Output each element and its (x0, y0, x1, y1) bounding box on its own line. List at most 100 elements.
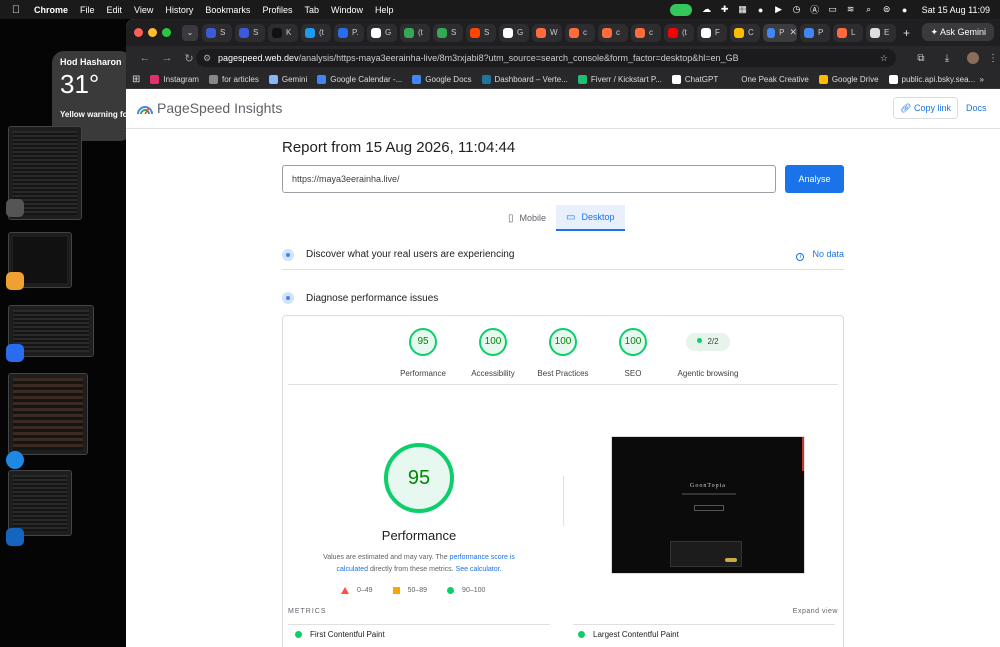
profile-avatar[interactable] (967, 52, 979, 64)
score-agentic-browsing[interactable]: 2/2 Agentic browsing (663, 328, 753, 378)
bookmark-item[interactable]: Fiverr / Kickstart P... (577, 74, 662, 84)
menu-edit[interactable]: Edit (107, 5, 123, 15)
bookmark-item[interactable]: One Peak Creative (728, 74, 809, 84)
bookmark-item[interactable]: Google Docs (412, 74, 472, 84)
bookmark-item[interactable]: Dashboard – Verte... (481, 74, 568, 84)
score-performance[interactable]: 95 Performance (383, 328, 463, 378)
bookmarks-overflow-icon[interactable]: » (980, 75, 984, 84)
tab-lead-14[interactable]: (t (664, 23, 694, 42)
menu-help[interactable]: Help (375, 5, 394, 15)
address-bar[interactable]: ⚙ pagespeed.web.dev/analysis/https-maya3… (196, 49, 896, 67)
tab-trail-1[interactable]: L (833, 23, 863, 42)
input-source-icon[interactable]: Ⓐ (806, 3, 824, 16)
menubar-clock[interactable]: Sat 15 Aug 11:09 (922, 5, 990, 15)
score-accessibility[interactable]: 100 Accessibility (453, 328, 533, 378)
status-circle-icon[interactable]: ● (752, 5, 770, 15)
stage-window-thumbnail[interactable] (8, 373, 88, 455)
metrics-label: METRICS (288, 608, 327, 615)
tab-trail-0[interactable]: P (800, 23, 830, 42)
camera-in-use-icon[interactable] (669, 3, 692, 16)
menu-history[interactable]: History (165, 5, 193, 15)
menu-window[interactable]: Window (331, 5, 363, 15)
analyse-button[interactable]: Analyse (785, 165, 844, 193)
site-settings-icon[interactable]: ⚙ (203, 49, 211, 67)
gauge-label: Accessibility (471, 369, 515, 378)
tab-search-icon[interactable]: ⌄ (182, 24, 198, 41)
grid-icon[interactable]: ▦ (734, 4, 752, 15)
extension-icon[interactable]: ✚ (716, 4, 734, 15)
clock-icon[interactable]: ◷ (788, 4, 806, 15)
tab-lead-11[interactable]: c (565, 23, 595, 42)
tab-lead-16[interactable]: C (730, 23, 760, 42)
tab-lead-6[interactable]: (t (400, 23, 430, 42)
menu-profiles[interactable]: Profiles (262, 5, 292, 15)
tab-lead-15[interactable]: F (697, 23, 727, 42)
tab-lead-8[interactable]: S (466, 23, 496, 42)
expand-view-button[interactable]: Expand view (793, 608, 838, 615)
copy-link-button[interactable]: 🔗︎ Copy link (893, 97, 958, 119)
calculator-link[interactable]: See calculator. (456, 566, 502, 573)
score-seo[interactable]: 100 SEO (593, 328, 673, 378)
download-icon[interactable]: ⤓ (934, 53, 960, 64)
tab-trail-2[interactable]: E (866, 23, 896, 42)
bookmark-item[interactable]: ChatGPT (671, 74, 718, 84)
menu-app-name[interactable]: Chrome (34, 5, 68, 15)
minimize-window-button[interactable] (148, 28, 157, 37)
bookmark-item[interactable]: Gemini (268, 74, 307, 84)
extensions-icon[interactable]: ⧉ (908, 53, 934, 64)
close-tab-icon[interactable]: ✕ (789, 27, 797, 38)
bookmark-star-icon[interactable]: ☆ (880, 49, 888, 67)
user-icon[interactable]: ● (896, 5, 914, 15)
control-center-icon[interactable]: ⊜ (878, 4, 896, 15)
tab-label: W (550, 28, 558, 37)
battery-icon[interactable]: ▭ (824, 4, 842, 15)
score-best-practices[interactable]: 100 Best Practices (523, 328, 603, 378)
stage-window-thumbnail[interactable] (8, 470, 72, 536)
docs-link[interactable]: Docs (966, 103, 987, 113)
tab-lead-13[interactable]: c (631, 23, 661, 42)
tab-mobile[interactable]: ▯ Mobile (498, 205, 556, 231)
bookmark-item[interactable]: Google Drive (818, 74, 879, 84)
zoom-window-button[interactable] (162, 28, 171, 37)
tab-active[interactable]: P ✕ (763, 23, 797, 42)
bookmark-item[interactable]: for articles (208, 74, 259, 84)
bookmark-item[interactable]: Google Calendar -... (317, 74, 402, 84)
apps-grid-icon[interactable]: ⊞ (132, 74, 140, 85)
field-data-section[interactable]: Discover what your real users are experi… (282, 240, 844, 270)
bookmark-item[interactable]: Instagram (150, 74, 199, 84)
tab-lead-12[interactable]: c (598, 23, 628, 42)
tab-lead-5[interactable]: G (367, 23, 397, 42)
menu-tab[interactable]: Tab (304, 5, 319, 15)
new-tab-icon[interactable]: + (903, 26, 910, 40)
menu-kebab-icon[interactable]: ⋮ (986, 53, 1000, 64)
tab-lead-3[interactable]: (t (301, 23, 331, 42)
screenshot-accent (802, 437, 804, 471)
wifi-icon[interactable]: ≋ (842, 4, 860, 15)
tab-lead-9[interactable]: G (499, 23, 529, 42)
tab-favicon-icon (305, 27, 315, 38)
forward-icon[interactable]: → (156, 52, 178, 64)
tab-lead-0[interactable]: S (202, 23, 232, 42)
cloud-icon[interactable]: ☁ (698, 4, 716, 15)
final-screenshot[interactable]: GoonTopia (611, 436, 805, 574)
ask-gemini-button[interactable]: ✦ Ask Gemini (922, 23, 994, 41)
tab-lead-1[interactable]: S (235, 23, 265, 42)
close-window-button[interactable] (134, 28, 143, 37)
back-icon[interactable]: ← (134, 52, 156, 64)
search-icon[interactable]: ⌕ (860, 4, 878, 15)
tab-lead-4[interactable]: P. (334, 23, 364, 42)
apple-icon[interactable]:  (6, 4, 26, 16)
no-data-link[interactable]: i No data (796, 249, 844, 261)
menu-view[interactable]: View (134, 5, 153, 15)
menu-bookmarks[interactable]: Bookmarks (205, 5, 250, 15)
pass-dot-icon (697, 338, 703, 343)
tab-lead-2[interactable]: K (268, 23, 298, 42)
url-input[interactable] (282, 165, 776, 193)
play-icon[interactable]: ▶ (770, 4, 788, 15)
tab-lead-7[interactable]: S (433, 23, 463, 42)
tab-lead-10[interactable]: W (532, 23, 562, 42)
tab-desktop[interactable]: ▭ Desktop (556, 205, 625, 231)
tab-label: (t (418, 28, 423, 37)
bookmark-item[interactable]: public.api.bsky.sea... (888, 74, 975, 84)
menu-file[interactable]: File (80, 5, 95, 15)
